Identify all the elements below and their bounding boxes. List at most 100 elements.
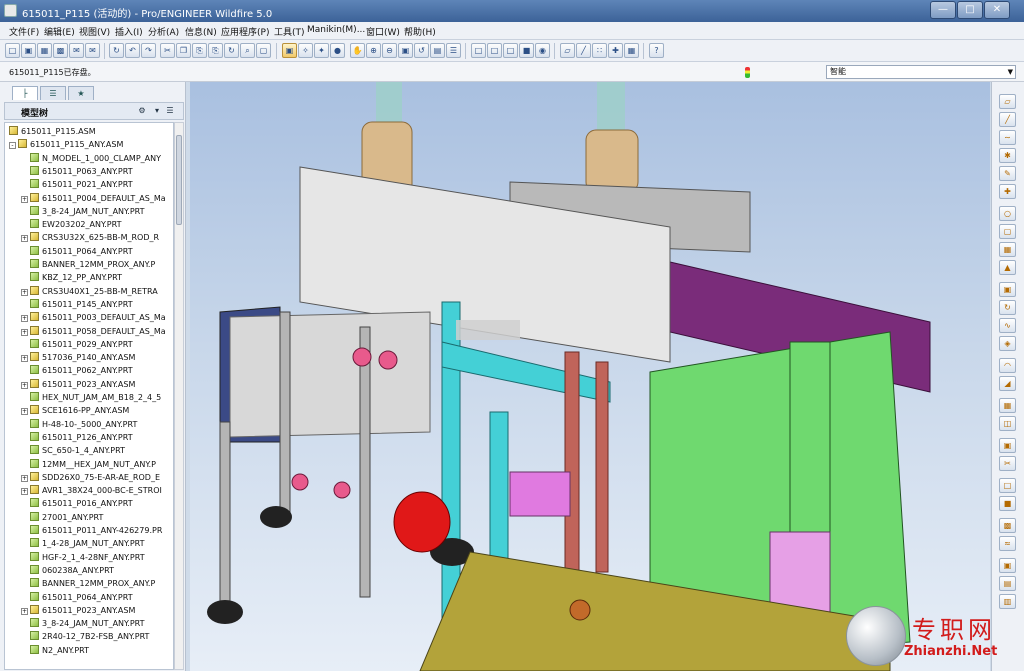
undo-icon[interactable]: ↶ [125,43,140,58]
cut-icon[interactable]: ✂ [160,43,175,58]
tree-item[interactable]: - 615011_P115_ANY.ASM [5,138,173,151]
scrollbar-thumb[interactable] [176,135,182,225]
tree-item[interactable]: 060238A_ANY.PRT [5,564,173,577]
menu-manikin[interactable]: Manikin(M)... [307,25,365,35]
component-tool-icon[interactable]: ▣ [999,558,1016,573]
context-help-icon[interactable]: ? [649,43,664,58]
datum-point-tool-icon[interactable]: ✱ [999,148,1016,163]
saved-views-icon[interactable]: ▤ [430,43,445,58]
open-folder-icon[interactable]: ▣ [21,43,36,58]
redo-icon[interactable]: ↷ [141,43,156,58]
datum-plane-tool-icon[interactable]: ▱ [999,94,1016,109]
tree-item[interactable]: 1_4-28_JAM_NUT_ANY.PRT [5,537,173,550]
tree-item[interactable]: N2_ANY.PRT [5,644,173,657]
copy-icon[interactable]: ❐ [176,43,191,58]
tree-expand-icon[interactable]: + [21,381,28,389]
find-icon[interactable]: ⌕ [240,43,255,58]
shading-icon[interactable]: ■ [519,43,534,58]
rib-tool-icon[interactable]: ▦ [999,242,1016,257]
tree-item[interactable]: HGF-2_1_4-28NF_ANY.PRT [5,551,173,564]
tree-item[interactable]: BANNER_12MM_PROX_ANY.P [5,258,173,271]
orient-mode-icon[interactable]: ✦ [314,43,329,58]
tree-item[interactable]: N_MODEL_1_000_CLAMP_ANY [5,152,173,165]
save-icon[interactable]: ▦ [37,43,52,58]
3d-assembly-model[interactable] [190,82,990,671]
tree-item[interactable]: +615011_P003_DEFAULT_AS_Ma [5,311,173,324]
revolve-tool-icon[interactable]: ↻ [999,300,1016,315]
tree-item[interactable]: 615011_P063_ANY.PRT [5,165,173,178]
trim-tool-icon[interactable]: ✂ [999,456,1016,471]
tree-item[interactable]: SC_650-1_4_ANY.PRT [5,444,173,457]
minimize-button[interactable]: — [930,1,956,19]
paste-icon[interactable]: ⎘ [192,43,207,58]
tree-item[interactable]: +615011_P023_ANY.ASM [5,604,173,617]
datum-axes-icon[interactable]: ╱ [576,43,591,58]
tree-item[interactable]: + AVR1_38X24_000-BC-E_STROI [5,484,173,497]
layers-icon[interactable]: ☰ [446,43,461,58]
tree-item[interactable]: +615011_P058_DEFAULT_AS_Ma [5,325,173,338]
tree-expand-icon[interactable]: + [21,235,28,243]
tree-item[interactable]: 615011_P126_ANY.PRT [5,431,173,444]
tree-item[interactable]: +517036_P140_ANY.ASM [5,351,173,364]
tab-favorites[interactable]: ★ [68,86,94,100]
datum-curve-tool-icon[interactable]: ∼ [999,130,1016,145]
annotations-icon[interactable]: ▦ [624,43,639,58]
mirror-tool-icon[interactable]: ◫ [999,416,1016,431]
menu-analysis[interactable]: 分析(A) [148,25,179,38]
pattern-tool-icon[interactable]: ▦ [999,398,1016,413]
pan-hand-icon[interactable]: ✋ [350,43,365,58]
tree-item[interactable]: 615011_P062_ANY.PRT [5,364,173,377]
tree-expand-icon[interactable]: + [21,408,28,416]
tree-item[interactable]: + SCE1616-PP_ANY.ASM [5,404,173,417]
zoom-out-icon[interactable]: ⊖ [382,43,397,58]
tree-item[interactable]: H-48-10-_5000_ANY.PRT [5,418,173,431]
extrude-tool-icon[interactable]: ▣ [999,282,1016,297]
shell-tool-icon[interactable]: ▢ [999,224,1016,239]
tree-expand-icon[interactable]: + [21,607,28,615]
print-icon[interactable]: ▩ [53,43,68,58]
graphics-window[interactable] [190,82,990,671]
tree-item[interactable]: 3_8-24_JAM_NUT_ANY.PRT [5,205,173,218]
coordinate-systems-icon[interactable]: ✚ [608,43,623,58]
tree-expand-icon[interactable]: - [9,142,16,150]
tree-item[interactable]: EW203202_ANY.PRT [5,218,173,231]
reorient-icon[interactable]: ↺ [414,43,429,58]
round-tool-icon[interactable]: ◠ [999,358,1016,373]
tree-item[interactable]: 615011_P064_ANY.PRT [5,245,173,258]
offset-tool-icon[interactable]: □ [999,478,1016,493]
menu-insert[interactable]: 插入(I) [115,25,143,38]
merge-tool-icon[interactable]: ▣ [999,438,1016,453]
hole-tool-icon[interactable]: ○ [999,206,1016,221]
menu-tools[interactable]: 工具(T) [274,25,305,38]
tree-item[interactable]: + SDD26X0_75-E-AR-AE_ROD_E [5,471,173,484]
hidden-line-icon[interactable]: □ [487,43,502,58]
regenerate-model-icon[interactable]: ↻ [224,43,239,58]
tree-show-icon[interactable]: ☰ [163,105,177,117]
email-link-icon[interactable]: ✉ [85,43,100,58]
tree-settings-icon[interactable]: ⚙ [135,105,149,117]
assemble-tool-icon[interactable]: ▤ [999,576,1016,591]
datum-axis-tool-icon[interactable]: ╱ [999,112,1016,127]
tree-item[interactable]: +615011_P023_ANY.ASM [5,378,173,391]
sketch-tool-icon[interactable]: ✎ [999,166,1016,181]
menu-info[interactable]: 信息(N) [185,25,217,38]
regenerate-icon[interactable]: ↻ [109,43,124,58]
select-box-icon[interactable]: ▢ [256,43,271,58]
wireframe-icon[interactable]: □ [471,43,486,58]
tree-item[interactable]: +615011_P004_DEFAULT_AS_Ma [5,192,173,205]
tree-expand-icon[interactable]: + [21,474,28,482]
menu-edit[interactable]: 编辑(E) [44,25,75,38]
spin-center-icon[interactable]: ✧ [298,43,313,58]
tree-item[interactable]: HEX_NUT_JAM_AM_B18_2_4_5 [5,391,173,404]
chamfer-tool-icon[interactable]: ◢ [999,376,1016,391]
tree-item[interactable]: KBZ_12_PP_ANY.PRT [5,271,173,284]
sweep-tool-icon[interactable]: ∿ [999,318,1016,333]
tree-item[interactable]: 615011_P145_ANY.PRT [5,298,173,311]
selection-filter-dropdown[interactable]: 智能 ▼ [826,65,1016,79]
close-button[interactable]: ✕ [984,1,1010,19]
thicken-tool-icon[interactable]: ■ [999,496,1016,511]
tree-item[interactable]: 615011_P016_ANY.PRT [5,497,173,510]
datum-planes-icon[interactable]: ▱ [560,43,575,58]
repaint-icon[interactable]: ▣ [282,43,297,58]
tree-settings-dropdown-icon[interactable]: ▾ [150,105,164,117]
